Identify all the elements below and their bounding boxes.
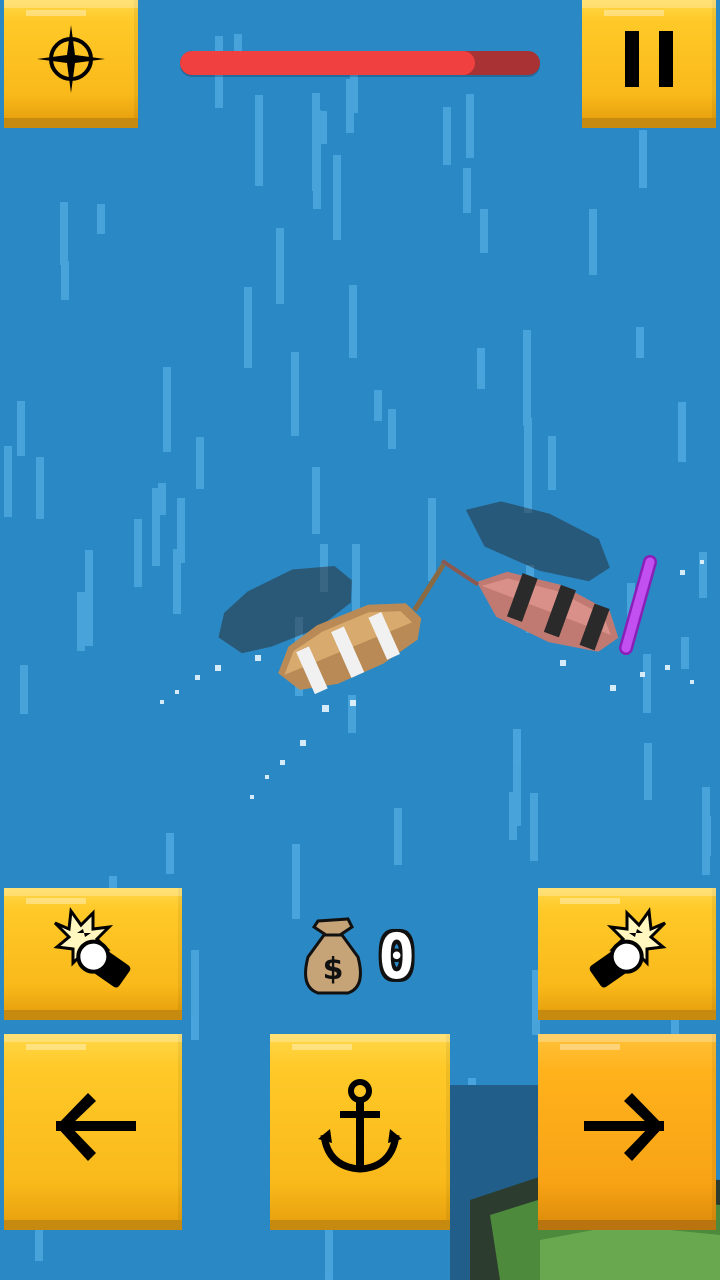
fire-right-button[interactable] (538, 888, 716, 1020)
rain-streak (158, 483, 166, 515)
anchor-button[interactable] (270, 1034, 450, 1230)
rain-streak (191, 950, 199, 1040)
rain-streak (85, 550, 93, 646)
cannon-fire-right-icon (581, 903, 673, 995)
arrow-left-icon (48, 1087, 138, 1167)
rain-streak (4, 446, 12, 517)
rain-streak (388, 409, 396, 449)
rain-streak (644, 743, 652, 800)
compass-icon (35, 23, 107, 95)
rain-streak (349, 285, 357, 358)
rain-streak (60, 202, 68, 265)
pause-button[interactable] (582, 0, 716, 128)
rain-streak (443, 107, 451, 165)
rain-streak (477, 348, 485, 389)
turn-left-button[interactable] (4, 1034, 182, 1230)
rain-streak (530, 793, 538, 861)
rain-streak (699, 552, 707, 598)
rain-streak (61, 261, 69, 300)
rain-streak (166, 833, 174, 874)
map-button[interactable] (4, 0, 138, 128)
rain-streak (312, 93, 320, 191)
rain-streak (134, 519, 142, 587)
rain-streak (312, 467, 320, 534)
health-bar-fill (180, 51, 476, 75)
rain-streak (20, 665, 28, 714)
rain-streak (196, 437, 204, 489)
anchor-icon (318, 1079, 402, 1175)
cannon-fire-left-icon (47, 903, 139, 995)
rain-streak (463, 168, 471, 213)
rain-streak (36, 457, 44, 519)
rain-streak (177, 498, 185, 563)
coin-count: 0 (378, 920, 416, 993)
rain-streak (346, 79, 354, 133)
rain-streak (394, 808, 402, 865)
coin-display: $ 0 (300, 912, 415, 1002)
rain-streak (681, 637, 689, 669)
rain-streak (163, 367, 171, 452)
rain-streak (480, 209, 488, 253)
rain-streak (292, 844, 300, 919)
rain-streak (374, 390, 382, 421)
rain-streak (636, 327, 644, 358)
rain-streak (244, 287, 252, 368)
rain-streak (643, 654, 651, 713)
rain-streak (589, 221, 597, 275)
money-bag-icon: $ (300, 917, 366, 997)
rain-streak (466, 94, 474, 158)
rain-streak (77, 592, 85, 651)
rain-streak (548, 436, 556, 490)
rain-streak (333, 155, 341, 240)
rain-streak (678, 402, 686, 462)
pause-icon (619, 27, 679, 91)
turn-right-button[interactable] (538, 1034, 716, 1230)
arrow-right-icon (582, 1087, 672, 1167)
rain-streak (703, 816, 711, 856)
rain-streak (97, 204, 105, 234)
rain-streak (291, 352, 299, 436)
svg-text:$: $ (323, 952, 344, 987)
rain-streak (523, 330, 531, 426)
rain-streak (17, 401, 25, 456)
rain-streak (524, 418, 532, 513)
rain-streak (276, 228, 284, 304)
rain-streak (639, 130, 647, 188)
rain-streak (255, 95, 263, 186)
health-bar (180, 51, 540, 75)
rain-streak (513, 729, 521, 826)
fire-left-button[interactable] (4, 888, 182, 1020)
rain-streak (428, 498, 436, 581)
